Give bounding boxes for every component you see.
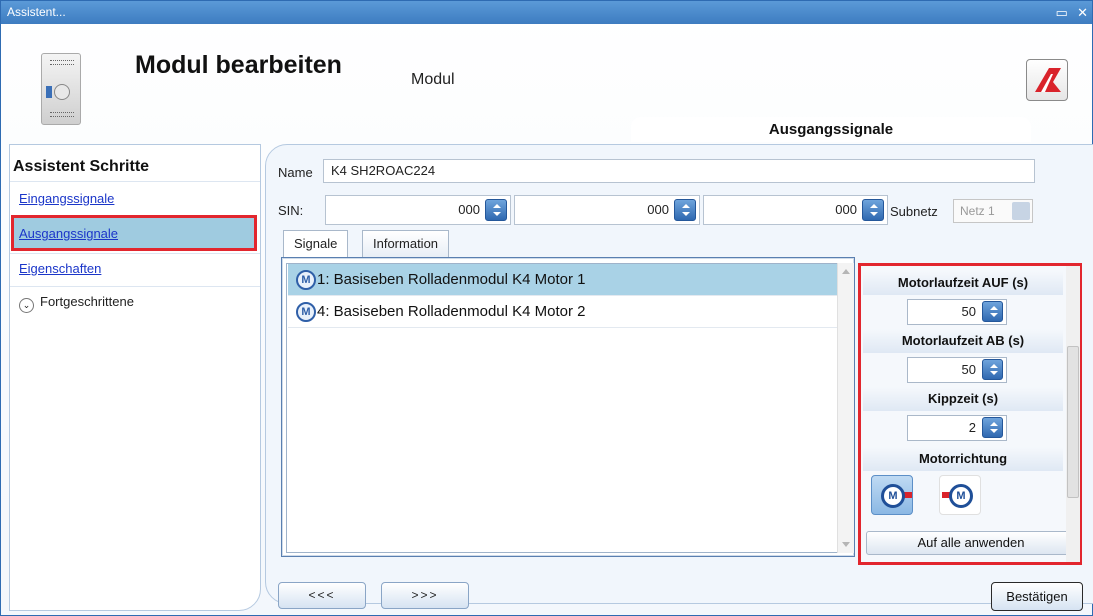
spin-stepper-icon[interactable] — [674, 199, 696, 221]
properties-scrollbar[interactable] — [1066, 266, 1080, 562]
chevron-down-icon: ⌄ — [19, 298, 34, 313]
motor-direction-label: Motorrichtung — [863, 447, 1063, 471]
spin-stepper-icon[interactable] — [982, 301, 1003, 322]
back-button[interactable]: <<< — [278, 582, 366, 609]
up-time-label: Motorlaufzeit AUF (s) — [863, 271, 1063, 295]
window-title: Assistent... — [7, 5, 66, 19]
step-properties[interactable]: Eigenschaften — [19, 261, 101, 276]
signal-list: M 1: Basiseben Rolladenmodul K4 Motor 1 M… — [286, 263, 854, 553]
scroll-thumb[interactable] — [1067, 346, 1079, 498]
spin-stepper-icon[interactable] — [862, 199, 884, 221]
step-input-signals[interactable]: Eingangssignale — [19, 191, 114, 206]
name-label: Name — [278, 165, 313, 180]
advanced-label: Fortgeschrittene — [40, 294, 134, 309]
assistant-window: Assistent... ▭ ✕ Modul bearbeiten Modul … — [0, 0, 1093, 616]
down-time-stepper[interactable]: 50 — [907, 357, 1007, 383]
tab-information[interactable]: Information — [362, 230, 450, 257]
sin-field-3[interactable]: 000 — [703, 195, 888, 225]
wizard-steps-heading: Assistent Schritte — [13, 158, 150, 175]
sin-field-1[interactable]: 000 — [325, 195, 511, 225]
apply-to-all-button[interactable]: Auf alle anwenden — [866, 531, 1076, 555]
sin-label: SIN: — [278, 203, 304, 218]
title-bar: Assistent... ▭ ✕ — [1, 1, 1092, 24]
page-title: Modul bearbeiten — [135, 51, 342, 79]
next-button[interactable]: >>> — [381, 582, 469, 609]
subnet-select[interactable]: Netz 1 — [953, 199, 1033, 223]
brand-logo-icon[interactable] — [1026, 59, 1068, 101]
motor-icon: M — [296, 270, 316, 290]
signal-row-1[interactable]: M 1: Basiseben Rolladenmodul K4 Motor 1 — [288, 264, 838, 296]
scroll-down-icon[interactable] — [842, 542, 850, 547]
spin-stepper-icon[interactable] — [982, 359, 1003, 380]
spin-stepper-icon[interactable] — [485, 199, 507, 221]
scroll-up-icon[interactable] — [842, 269, 850, 274]
motor-icon: M — [296, 302, 316, 322]
step-output-signals[interactable]: Ausgangssignale — [19, 226, 118, 241]
confirm-button[interactable]: Bestätigen — [991, 582, 1083, 611]
signal-row-2[interactable]: M 4: Basiseben Rolladenmodul K4 Motor 2 — [288, 296, 838, 328]
signal-list-scrollbar[interactable] — [837, 263, 854, 553]
tilt-time-label: Kippzeit (s) — [863, 387, 1063, 411]
motor-direction-left-button[interactable]: M — [939, 475, 981, 515]
motor-left-icon: M — [949, 484, 973, 508]
section-header: Ausgangssignale — [631, 117, 1031, 142]
tab-signals[interactable]: Signale — [283, 230, 349, 258]
close-icon[interactable]: ✕ — [1077, 1, 1088, 24]
tilt-time-stepper[interactable]: 2 — [907, 415, 1007, 441]
motor-properties-panel: Motorlaufzeit AUF (s) 50 Motorlaufzeit A… — [858, 263, 1082, 565]
page-subtitle: Modul — [411, 71, 455, 88]
step-advanced[interactable]: ⌄ Fortgeschrittene — [19, 294, 134, 313]
module-image — [41, 53, 81, 125]
up-time-stepper[interactable]: 50 — [907, 299, 1007, 325]
subnet-label: Subnetz — [890, 204, 938, 219]
motor-right-icon: M — [881, 484, 905, 508]
maximize-icon[interactable]: ▭ — [1055, 1, 1067, 24]
down-time-label: Motorlaufzeit AB (s) — [863, 329, 1063, 353]
spin-stepper-icon[interactable] — [982, 417, 1003, 438]
sin-field-2[interactable]: 000 — [514, 195, 700, 225]
chevron-down-icon[interactable] — [1012, 202, 1030, 220]
name-input[interactable]: K4 SH2ROAC224 — [323, 159, 1035, 183]
motor-direction-right-button[interactable]: M — [871, 475, 913, 515]
